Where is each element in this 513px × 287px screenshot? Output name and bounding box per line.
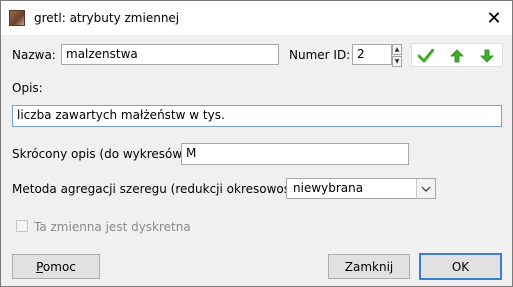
ok-button-label: OK	[451, 259, 470, 274]
gretl-app-icon	[9, 10, 25, 26]
name-input[interactable]: malzenstwa	[61, 44, 279, 65]
close-icon[interactable]: ✕	[481, 6, 507, 30]
description-label: Opis:	[12, 81, 43, 95]
arrow-down-icon[interactable]	[477, 47, 497, 65]
help-button[interactable]: Pomoc	[12, 254, 100, 279]
chevron-down-icon[interactable]	[416, 179, 435, 198]
short-description-label: Skrócony opis (do wykresów):	[12, 147, 191, 161]
aggregation-label: Metoda agregacji szeregu (redukcji okres…	[12, 182, 309, 196]
toolbar	[411, 43, 503, 67]
window-title: gretl: atrybuty zmiennej	[34, 11, 180, 25]
description-input[interactable]: liczba zawartych małżeństw w tys.	[12, 105, 502, 127]
ok-button[interactable]: OK	[419, 253, 502, 280]
name-label: Nazwa:	[12, 48, 56, 62]
aggregation-select[interactable]: niewybrana	[286, 178, 436, 199]
stepper-down-icon[interactable]: ▼	[392, 56, 402, 67]
title-bar: gretl: atrybuty zmiennej ✕	[1, 1, 512, 35]
help-button-label: Pomoc	[36, 259, 76, 274]
id-input[interactable]: 2	[352, 44, 392, 65]
close-button-label: Zamknij	[344, 259, 394, 274]
aggregation-value: niewybrana	[293, 181, 364, 195]
id-label: Numer ID:	[289, 48, 351, 62]
discrete-label: Ta zmienna jest dyskretna	[34, 220, 191, 234]
short-description-input[interactable]: M	[181, 143, 409, 165]
stepper-up-icon[interactable]: ▲	[392, 44, 402, 55]
arrow-up-icon[interactable]	[447, 47, 467, 65]
dialog-window: gretl: atrybuty zmiennej ✕ Nazwa: malzen…	[0, 0, 513, 287]
discrete-checkbox[interactable]	[16, 220, 28, 232]
close-button[interactable]: Zamknij	[328, 254, 410, 279]
checkmark-icon[interactable]	[416, 47, 436, 65]
id-stepper[interactable]: ▲ ▼	[392, 44, 402, 67]
